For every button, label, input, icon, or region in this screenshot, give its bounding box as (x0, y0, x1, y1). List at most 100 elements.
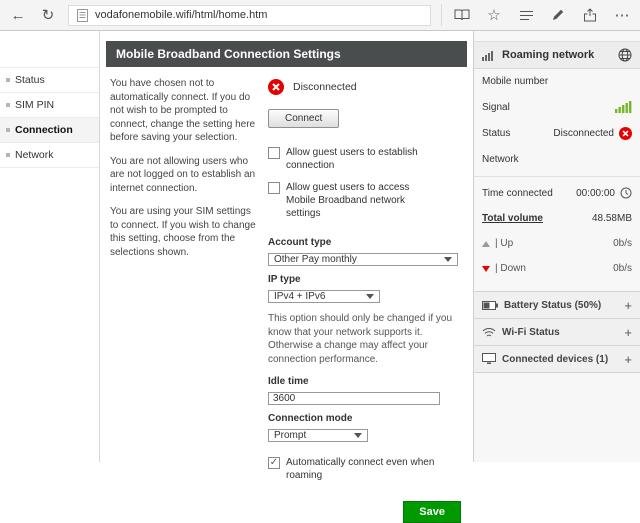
connection-mode-value: Prompt (274, 430, 306, 441)
description-column: You have chosen not to automatically con… (110, 77, 256, 452)
guest-connection-checkbox[interactable] (268, 147, 280, 159)
left-nav: Status SIM PIN Connection Network (0, 31, 100, 462)
mobile-number-row: Mobile number (474, 69, 640, 94)
idle-time-input[interactable] (268, 392, 440, 405)
description-paragraph: You are not allowing users who are not l… (110, 155, 256, 196)
signal-strength-icon (615, 101, 632, 113)
chevron-down-icon (366, 294, 374, 299)
description-paragraph: You have chosen not to automatically con… (110, 77, 256, 145)
expand-plus-icon: + (624, 352, 632, 367)
connect-button[interactable]: Connect (268, 109, 339, 128)
roaming-checkbox-row: ✓ Automatically connect even when roamin… (268, 456, 463, 482)
download-label: | Down (495, 263, 526, 274)
wifi-status-label: Wi-Fi Status (502, 327, 560, 338)
mobile-number-label: Mobile number (482, 76, 548, 87)
sidebar-item-status[interactable]: Status (0, 67, 99, 93)
connected-devices-label: Connected devices (1) (502, 354, 608, 365)
devices-icon (482, 353, 496, 365)
page-icon (77, 9, 88, 22)
connection-form: Disconnected Connect Allow guest users t… (268, 77, 463, 452)
guest-access-checkbox[interactable] (268, 182, 280, 194)
account-type-label: Account type (268, 237, 463, 248)
status-value: Disconnected (553, 128, 614, 139)
web-notes-pen-icon[interactable] (548, 5, 568, 25)
ip-type-label: IP type (268, 274, 463, 285)
connection-status-text: Disconnected (293, 81, 357, 93)
more-icon[interactable]: ⋯ (612, 5, 632, 25)
guest-connection-checkbox-row: Allow guest users to establish connectio… (268, 146, 463, 172)
expand-plus-icon: + (624, 298, 632, 313)
network-row: Network (474, 147, 640, 172)
sidebar-item-network[interactable]: Network (0, 143, 99, 168)
battery-status-label: Battery Status (50%) (504, 300, 601, 311)
time-connected-row: Time connected 00:00:00 (474, 180, 640, 206)
wifi-status-accordion[interactable]: Wi-Fi Status + (474, 318, 640, 345)
sidebar-item-connection[interactable]: Connection (0, 118, 99, 143)
roaming-network-header: Roaming network (474, 41, 640, 69)
page-title: Mobile Broadband Connection Settings (106, 41, 467, 67)
ip-type-select[interactable]: IPv4 + IPv6 (268, 290, 380, 303)
sidebar-item-sim-pin[interactable]: SIM PIN (0, 93, 99, 118)
page-content: Status SIM PIN Connection Network Mobile… (0, 31, 640, 462)
time-connected-value: 00:00:00 (576, 188, 615, 199)
connection-mode-select[interactable]: Prompt (268, 429, 368, 442)
guest-access-label: Allow guest users to access Mobile Broad… (286, 181, 438, 220)
connection-status-row: Disconnected (268, 79, 463, 95)
main-panel: Mobile Broadband Connection Settings You… (100, 31, 474, 462)
account-type-select[interactable]: Other Pay monthly (268, 253, 458, 266)
connected-devices-accordion[interactable]: Connected devices (1) + (474, 345, 640, 373)
chevron-down-icon (444, 257, 452, 262)
signal-label: Signal (482, 102, 510, 113)
network-label: Network (482, 154, 519, 165)
share-icon[interactable] (580, 5, 600, 25)
account-type-value: Other Pay monthly (274, 254, 357, 265)
url-text: vodafonemobile.wifi/html/home.htm (95, 9, 267, 21)
download-rate-row: | Down 0b/s (474, 256, 640, 281)
browser-toolbar: ← ↻ vodafonemobile.wifi/html/home.htm ☆ … (0, 0, 640, 31)
clock-icon (620, 187, 632, 199)
reading-view-icon[interactable] (452, 5, 472, 25)
traffic-stats: Time connected 00:00:00 Total volume 48.… (474, 176, 640, 281)
globe-icon[interactable] (618, 48, 632, 62)
expand-plus-icon: + (624, 325, 632, 340)
ip-type-note: This option should only be changed if yo… (268, 312, 463, 366)
upload-value: 0b/s (613, 238, 632, 249)
download-arrow-icon (482, 266, 490, 272)
wifi-icon (482, 327, 496, 338)
download-value: 0b/s (613, 263, 632, 274)
refresh-icon[interactable]: ↻ (38, 5, 58, 25)
upload-arrow-icon (482, 241, 490, 247)
chevron-down-icon (354, 433, 362, 438)
description-paragraph: You are using your SIM settings to conne… (110, 205, 256, 259)
signal-row: Signal (474, 94, 640, 120)
status-row: Status Disconnected (474, 120, 640, 147)
total-volume-row: Total volume 48.58MB (474, 206, 640, 231)
disconnected-icon (268, 79, 284, 95)
upload-rate-row: | Up 0b/s (474, 231, 640, 256)
total-volume-value: 48.58MB (592, 213, 632, 224)
guest-access-checkbox-row: Allow guest users to access Mobile Broad… (268, 181, 438, 220)
total-volume-link[interactable]: Total volume (482, 213, 543, 224)
idle-time-label: Idle time (268, 376, 463, 387)
save-button[interactable]: Save (403, 501, 461, 523)
roaming-checkbox[interactable]: ✓ (268, 457, 280, 469)
toolbar-actions: ☆ ⋯ (441, 4, 632, 26)
signal-bars-icon (482, 50, 496, 61)
battery-status-accordion[interactable]: Battery Status (50%) + (474, 291, 640, 318)
status-label: Status (482, 128, 510, 139)
disconnected-icon (619, 127, 632, 140)
guest-connection-label: Allow guest users to establish connectio… (286, 146, 463, 172)
upload-label: | Up (495, 238, 513, 249)
time-connected-label: Time connected (482, 188, 553, 199)
status-sidebar: Roaming network Mobile number Signal Sta… (474, 31, 640, 462)
roaming-network-title: Roaming network (502, 49, 594, 61)
ip-type-value: IPv4 + IPv6 (274, 291, 325, 302)
accordion-group: Battery Status (50%) + Wi-Fi Status + Co… (474, 291, 640, 373)
hub-icon[interactable] (516, 5, 536, 25)
favorites-star-icon[interactable]: ☆ (484, 5, 504, 25)
address-bar[interactable]: vodafonemobile.wifi/html/home.htm (68, 5, 431, 26)
roaming-label: Automatically connect even when roaming (286, 456, 463, 482)
battery-icon (482, 301, 498, 310)
back-icon[interactable]: ← (8, 5, 28, 25)
connection-mode-label: Connection mode (268, 413, 463, 424)
